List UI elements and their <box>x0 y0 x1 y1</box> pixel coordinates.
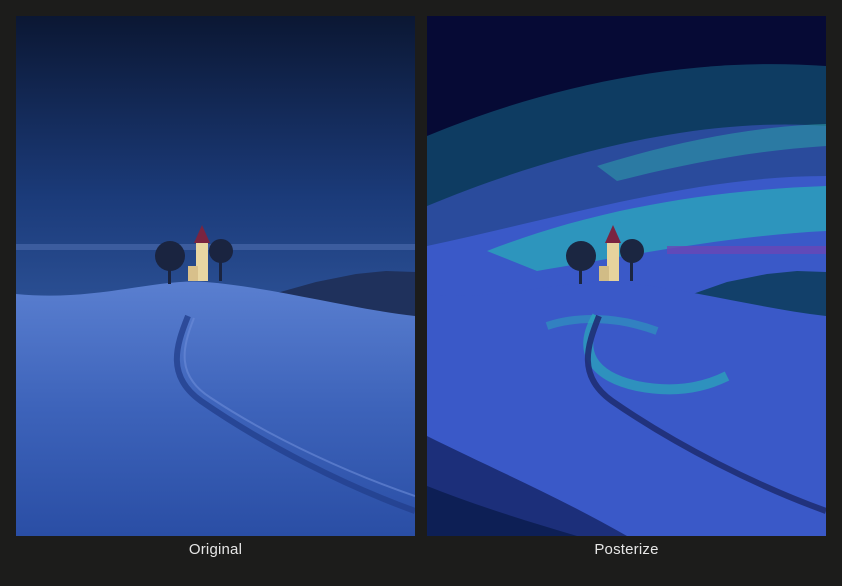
posterize-photo <box>427 16 826 536</box>
caption-original: Original <box>188 541 243 558</box>
original-image-panel <box>16 16 415 536</box>
caption-posterize: Posterize <box>594 541 659 558</box>
posterize-image-panel <box>427 16 826 536</box>
original-photo <box>16 16 415 536</box>
